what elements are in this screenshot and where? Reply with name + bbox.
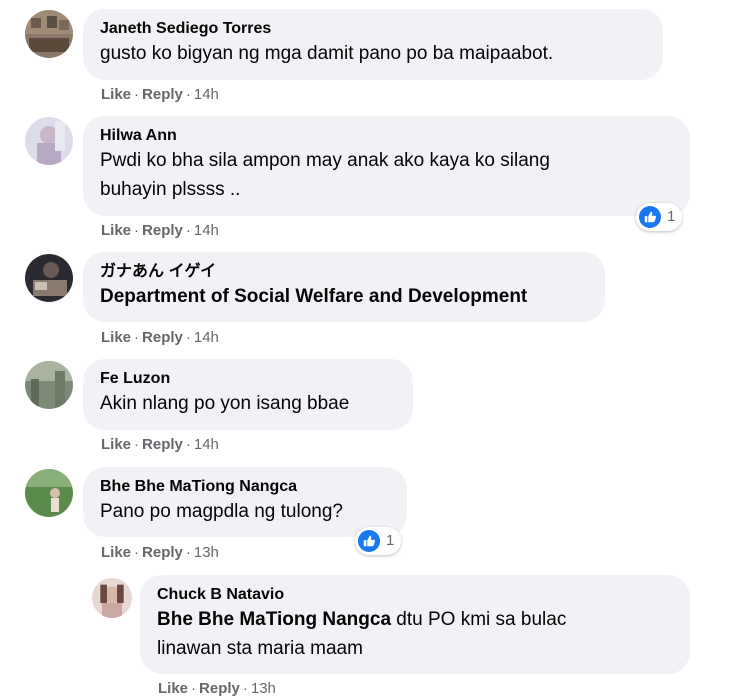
comment-actions: Like · Reply · 14h: [101, 86, 219, 104]
separator: ·: [134, 544, 140, 561]
comment-timestamp[interactable]: 13h: [251, 680, 276, 697]
comment-text: buhayin plssss ..: [100, 179, 241, 200]
comment-text: Bhe Bhe MaTiong Nangca dtu PO kmi sa bul…: [157, 605, 672, 634]
comment-bubble: Fe Luzon Akin nlang po yon isang bbae: [83, 359, 413, 430]
comment-bubble: Janeth Sediego Torres gusto ko bigyan ng…: [83, 9, 663, 80]
separator: ·: [185, 222, 191, 239]
like-button[interactable]: Like: [101, 544, 131, 561]
comment-text: Pano po magpdla ng tulong?: [100, 501, 343, 522]
like-button[interactable]: Like: [101, 329, 131, 346]
comment-text-body: dtu PO kmi sa bulac: [396, 609, 567, 630]
avatar[interactable]: [25, 469, 73, 517]
reaction-count: 1: [667, 208, 676, 225]
avatar[interactable]: [25, 10, 73, 58]
comment-author[interactable]: Hilwa Ann: [100, 126, 672, 146]
comment-text: Akin nlang po yon isang bbae: [100, 393, 350, 414]
separator: ·: [134, 86, 140, 103]
separator: ·: [134, 222, 140, 239]
comment-actions: Like · Reply · 14h: [101, 329, 219, 347]
separator: ·: [185, 329, 191, 346]
reply-button[interactable]: Reply: [142, 544, 183, 561]
like-button[interactable]: Like: [101, 436, 131, 453]
comment-author[interactable]: Fe Luzon: [100, 369, 395, 389]
reaction-badge[interactable]: 1: [636, 203, 683, 231]
like-button[interactable]: Like: [101, 222, 131, 239]
like-button[interactable]: Like: [101, 86, 131, 103]
separator: ·: [242, 680, 248, 697]
mention-link[interactable]: Bhe Bhe MaTiong Nangca: [157, 609, 391, 630]
comment-actions: Like · Reply · 14h: [101, 436, 219, 454]
avatar[interactable]: [92, 578, 132, 618]
like-icon: [358, 530, 380, 552]
separator: ·: [134, 436, 140, 453]
comment-timestamp[interactable]: 14h: [194, 86, 219, 103]
reply-button[interactable]: Reply: [142, 329, 183, 346]
comment-timestamp[interactable]: 14h: [194, 436, 219, 453]
like-button[interactable]: Like: [158, 680, 188, 697]
avatar[interactable]: [25, 117, 73, 165]
separator: ·: [134, 329, 140, 346]
like-icon: [639, 206, 661, 228]
comment-text: gusto ko bigyan ng mga damit pano po ba …: [100, 43, 554, 64]
comment-timestamp[interactable]: 14h: [194, 222, 219, 239]
comment-bubble: ガナあん イゲイ Department of Social Welfare an…: [83, 252, 605, 322]
separator: ·: [185, 436, 191, 453]
comment-bubble: Chuck B Natavio Bhe Bhe MaTiong Nangca d…: [140, 575, 690, 674]
comment-timestamp[interactable]: 14h: [194, 329, 219, 346]
reaction-badge[interactable]: 1: [355, 527, 402, 555]
comment-actions: Like · Reply · 13h: [101, 544, 219, 562]
reply-button[interactable]: Reply: [142, 436, 183, 453]
comment-text: linawan sta maria maam: [157, 638, 363, 659]
separator: ·: [191, 680, 197, 697]
comment-timestamp[interactable]: 13h: [194, 544, 219, 561]
comment-text[interactable]: Department of Social Welfare and Develop…: [100, 282, 587, 311]
avatar[interactable]: [25, 254, 73, 302]
comment-author[interactable]: ガナあん イゲイ: [100, 262, 587, 282]
reply-button[interactable]: Reply: [142, 222, 183, 239]
comment-text: Pwdi ko bha sila ampon may anak ako kaya…: [100, 150, 550, 171]
separator: ·: [185, 544, 191, 561]
comment-actions: Like · Reply · 14h: [101, 222, 219, 240]
comment-actions: Like · Reply · 13h: [158, 680, 276, 698]
avatar[interactable]: [25, 361, 73, 409]
reply-button[interactable]: Reply: [199, 680, 240, 697]
comment-author[interactable]: Janeth Sediego Torres: [100, 19, 645, 39]
comment-bubble: Hilwa Ann Pwdi ko bha sila ampon may ana…: [83, 116, 690, 216]
comment-author[interactable]: Bhe Bhe MaTiong Nangca: [100, 477, 389, 497]
reply-button[interactable]: Reply: [142, 86, 183, 103]
reaction-count: 1: [386, 532, 395, 549]
comment-bubble: Bhe Bhe MaTiong Nangca Pano po magpdla n…: [83, 467, 407, 537]
separator: ·: [185, 86, 191, 103]
comment-author[interactable]: Chuck B Natavio: [157, 585, 672, 605]
